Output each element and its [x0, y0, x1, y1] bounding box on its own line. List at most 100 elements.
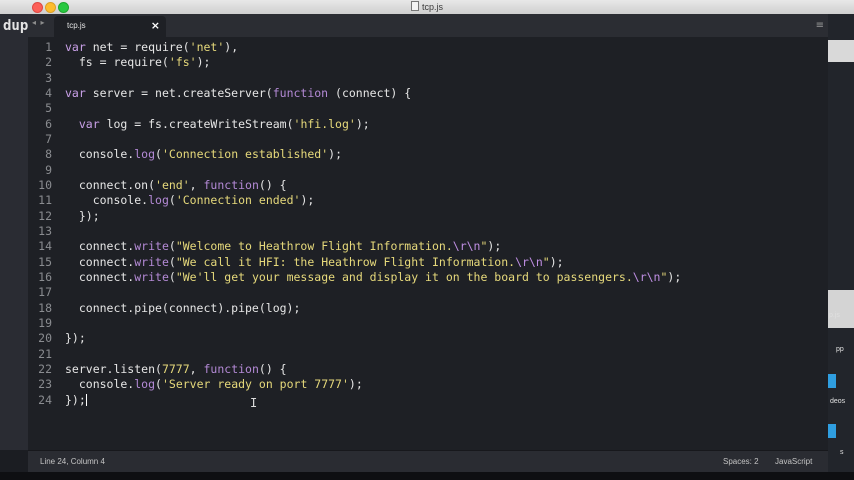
code-token: log: [134, 377, 156, 392]
line-number: 10: [38, 177, 52, 192]
line-number: 17: [38, 285, 52, 300]
line-number: 9: [45, 162, 52, 177]
code-token: var: [78, 116, 100, 131]
code-token: ,: [189, 177, 204, 192]
code-area[interactable]: var net = require('net'), fs = require('…: [65, 40, 681, 408]
code-token: (: [155, 147, 162, 162]
code-token: () {: [258, 361, 287, 376]
code-token: \r\n: [515, 254, 543, 269]
background-text: pp: [836, 346, 844, 353]
line-number: 18: [38, 300, 52, 315]
code-token: );: [487, 239, 502, 254]
code-token: );: [667, 269, 682, 284]
code-token: (: [168, 239, 176, 254]
menu-icon[interactable]: ≡: [816, 20, 824, 31]
code-token: );: [348, 377, 363, 392]
code-token: \r\n: [632, 269, 661, 284]
line-number-gutter: 1 2 3 4 5 6 7 8 9 10 11 12 13 14 15 16 17 18 19 20 21 22 23 24: [28, 40, 52, 408]
code-token: net = require(: [85, 40, 190, 54]
line-number: 12: [38, 208, 52, 223]
line-number: 22: [38, 361, 52, 376]
code-token: var: [65, 85, 86, 100]
code-token: (: [168, 269, 176, 284]
code-line: console.log('Connection ended');: [65, 193, 681, 208]
line-number: 20: [38, 331, 52, 346]
code-line: server.listen(7777, function() {: [65, 362, 681, 377]
code-token: server = net.createServer(: [85, 85, 273, 100]
code-token: });: [65, 392, 86, 407]
line-number: 11: [38, 193, 52, 208]
code-token: log: [148, 193, 169, 208]
line-number: 15: [38, 254, 52, 269]
title-bar: tcp.js: [0, 0, 854, 15]
code-token: );: [355, 116, 370, 131]
code-token: 'fs': [168, 55, 197, 70]
code-token: 'Connection established': [161, 147, 329, 162]
line-number: 23: [38, 377, 52, 392]
code-token: (: [168, 254, 176, 269]
code-token: fs = require(: [65, 55, 169, 70]
code-token: function: [203, 361, 259, 376]
mouse-ibeam-cursor-icon: I: [250, 396, 258, 410]
code-token: connect.pipe(connect).pipe(log);: [65, 300, 301, 315]
line-number: 6: [45, 116, 52, 131]
code-line: });: [65, 393, 681, 408]
background-icon: [828, 424, 836, 438]
background-window-left: [0, 14, 28, 450]
code-line: });: [65, 331, 681, 346]
indentation-setting[interactable]: Spaces: 2: [723, 457, 759, 466]
tab-nav-arrows-icon[interactable]: ◂ ▸: [32, 18, 46, 27]
tab-bar: ◂ ▸ tcp.js × ≡: [28, 14, 828, 38]
line-number: 2: [45, 55, 52, 70]
window-title: tcp.js: [0, 1, 854, 12]
code-token: );: [549, 254, 564, 269]
tab-label: tcp.js: [67, 21, 86, 30]
code-token: function: [203, 177, 259, 192]
tab-close-icon[interactable]: ×: [151, 19, 160, 32]
code-token: console.: [65, 193, 149, 208]
code-token: write: [134, 239, 169, 254]
code-token: );: [196, 55, 211, 70]
line-number: 1: [45, 40, 52, 54]
background-pane-2: [826, 290, 854, 328]
code-token: 'hfi.log': [293, 116, 356, 131]
code-token: server.listen(: [65, 361, 162, 376]
code-token: 'Server ready on port 7777': [161, 377, 349, 392]
line-number: 7: [45, 131, 52, 146]
line-number: 13: [38, 223, 52, 238]
line-number: 24: [38, 392, 52, 407]
syntax-mode[interactable]: JavaScript: [775, 457, 812, 466]
code-line: console.log('Server ready on port 7777')…: [65, 377, 681, 392]
code-token: });: [65, 331, 86, 346]
background-text: s: [840, 449, 844, 456]
code-token: ),: [224, 40, 239, 54]
background-pane: [826, 40, 854, 62]
line-number: 5: [45, 101, 52, 116]
code-token: console.: [65, 147, 135, 162]
code-token: write: [134, 254, 169, 269]
window-title-text: tcp.js: [421, 2, 443, 12]
code-token: 'end': [155, 177, 190, 192]
code-line: var net = require('net'),: [65, 40, 681, 55]
code-line: console.log('Connection established');: [65, 147, 681, 162]
code-token: console.: [65, 377, 135, 392]
code-editor[interactable]: 1 2 3 4 5 6 7 8 9 10 11 12 13 14 15 16 17 18 19 20 21 22 23 24 …: [28, 37, 828, 450]
code-token: );: [328, 147, 342, 162]
line-number: 21: [38, 346, 52, 361]
status-bar: Line 24, Column 4 Spaces: 2 JavaScript: [28, 450, 828, 473]
code-token: "We call it HFI: the Heathrow Flight Inf…: [175, 254, 516, 269]
tab-tcp-js[interactable]: tcp.js ×: [54, 16, 166, 37]
code-line: var log = fs.createWriteStream('hfi.log'…: [65, 117, 681, 132]
code-line: var server = net.createServer(function (…: [65, 86, 681, 101]
line-number: 8: [45, 147, 52, 162]
line-number: 19: [38, 315, 52, 330]
code-token: 'Connection ended': [175, 193, 301, 208]
background-text: deos: [830, 398, 846, 405]
code-token: function: [272, 85, 329, 100]
code-token: connect.: [65, 254, 135, 269]
